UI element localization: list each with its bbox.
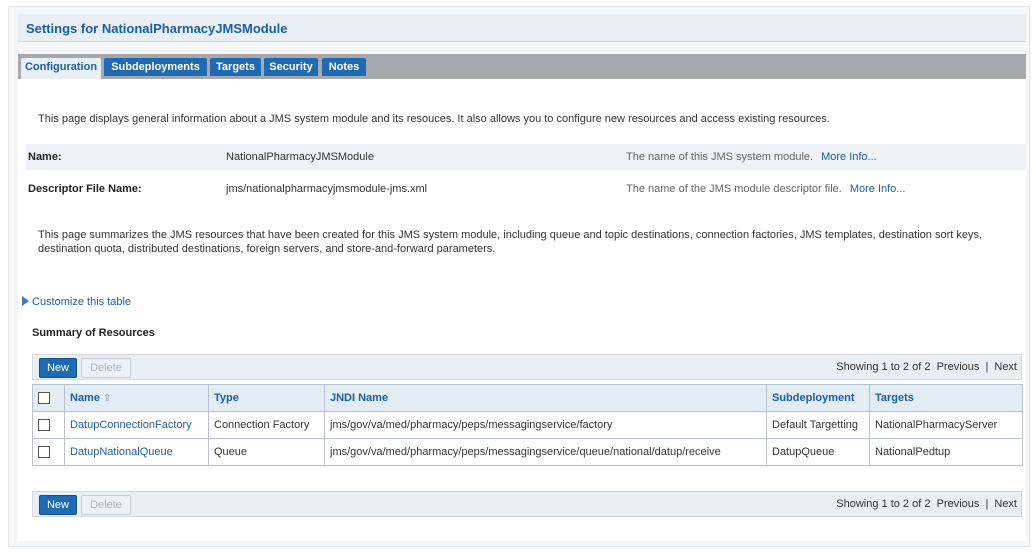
summary-text: This page summarizes the JMS resources t…: [38, 229, 983, 255]
info-description: The name of this JMS system module. More …: [626, 151, 877, 163]
select-all-header: [32, 384, 65, 412]
subdeployment-cell: DatupQueue: [766, 438, 870, 466]
customize-label: Customize this table: [32, 296, 132, 308]
expand-triangle-icon: [22, 296, 29, 306]
resource-name-link[interactable]: DatupNationalQueue: [70, 446, 173, 458]
type-cell: Queue: [208, 438, 325, 466]
paging-status: Showing 1 to 2 of 2: [836, 361, 931, 373]
table-row: DatupNationalQueue Queue jms/gov/va/med/…: [32, 438, 1023, 466]
pagination: Showing 1 to 2 of 2 Previous | Next: [836, 498, 1017, 510]
new-button[interactable]: New: [39, 495, 77, 515]
info-description-text: The name of the JMS module descriptor fi…: [626, 183, 842, 195]
column-header-targets[interactable]: Targets: [869, 384, 1023, 412]
name-cell: DatupNationalQueue: [64, 438, 209, 466]
info-row-name: Name: NationalPharmacyJMSModule The name…: [26, 144, 1026, 170]
jndi-cell: jms/gov/va/med/pharmacy/peps/messagingse…: [324, 411, 767, 439]
column-header-subdeployment[interactable]: Subdeployment: [766, 384, 870, 412]
general-info: Name: NationalPharmacyJMSModule The name…: [26, 144, 1026, 202]
resources-title: Summary of Resources: [32, 327, 155, 339]
info-description: The name of the JMS module descriptor fi…: [626, 183, 905, 195]
more-info-link[interactable]: More Info...: [821, 151, 877, 163]
top-button-bar: New Delete Showing 1 to 2 of 2 Previous …: [32, 354, 1022, 380]
info-value: jms/nationalpharmacyjmsmodule-jms.xml: [226, 183, 428, 195]
tab-notes[interactable]: Notes: [322, 58, 366, 76]
previous-link[interactable]: Previous: [937, 361, 980, 373]
delete-button[interactable]: Delete: [81, 495, 131, 515]
paging-separator: |: [985, 498, 989, 510]
tab-subdeployments[interactable]: Subdeployments: [104, 58, 207, 76]
row-checkbox[interactable]: [38, 446, 50, 459]
bottom-button-bar: New Delete Showing 1 to 2 of 2 Previous …: [32, 491, 1022, 517]
next-link[interactable]: Next: [994, 361, 1017, 373]
info-label: Name:: [28, 151, 62, 163]
delete-button[interactable]: Delete: [81, 358, 131, 378]
info-row-descriptor: Descriptor File Name: jms/nationalpharma…: [26, 176, 1026, 202]
new-button[interactable]: New: [39, 358, 77, 378]
table-row: DatupConnectionFactory Connection Factor…: [32, 411, 1023, 439]
customize-table-link[interactable]: Customize this table: [22, 296, 131, 308]
column-header-jndi-name[interactable]: JNDI Name: [324, 384, 767, 412]
page-title: Settings for NationalPharmacyJMSModule: [26, 21, 288, 36]
resource-name-link[interactable]: DatupConnectionFactory: [70, 419, 192, 431]
resources-table: Name ⇧ Type JNDI Name Subdeployment Targe…: [32, 384, 1023, 466]
column-label: Name: [70, 392, 100, 404]
more-info-link[interactable]: More Info...: [850, 183, 906, 195]
info-label: Descriptor File Name:: [28, 183, 142, 195]
intro-text: This page displays general information a…: [38, 113, 830, 125]
sort-icon: ⇧: [102, 393, 112, 404]
paging-separator: |: [985, 361, 989, 373]
title-bar: Settings for NationalPharmacyJMSModule: [18, 14, 1026, 42]
previous-link[interactable]: Previous: [937, 498, 980, 510]
tab-configuration[interactable]: Configuration: [21, 58, 101, 79]
next-link[interactable]: Next: [994, 498, 1017, 510]
content-panel: This page displays general information a…: [18, 79, 1026, 541]
targets-cell: NationalPedtup: [869, 438, 1023, 466]
select-all-checkbox[interactable]: [38, 392, 50, 405]
table-header-row: Name ⇧ Type JNDI Name Subdeployment Targe…: [32, 384, 1023, 412]
tab-security[interactable]: Security: [264, 58, 318, 76]
row-checkbox[interactable]: [38, 419, 50, 432]
info-value: NationalPharmacyJMSModule: [226, 151, 374, 163]
column-header-name[interactable]: Name ⇧: [64, 384, 209, 412]
column-header-type[interactable]: Type: [208, 384, 325, 412]
pagination: Showing 1 to 2 of 2 Previous | Next: [836, 361, 1017, 373]
tab-bar: Configuration Subdeployments Targets Sec…: [18, 54, 1026, 79]
targets-cell: NationalPharmacyServer: [869, 411, 1023, 439]
row-select-cell: [32, 438, 65, 466]
row-select-cell: [32, 411, 65, 439]
name-cell: DatupConnectionFactory: [64, 411, 209, 439]
type-cell: Connection Factory: [208, 411, 325, 439]
paging-status: Showing 1 to 2 of 2: [836, 498, 931, 510]
tab-targets[interactable]: Targets: [210, 58, 261, 76]
jndi-cell: jms/gov/va/med/pharmacy/peps/messagingse…: [324, 438, 767, 466]
subdeployment-cell: Default Targetting: [766, 411, 870, 439]
info-description-text: The name of this JMS system module.: [626, 151, 814, 163]
